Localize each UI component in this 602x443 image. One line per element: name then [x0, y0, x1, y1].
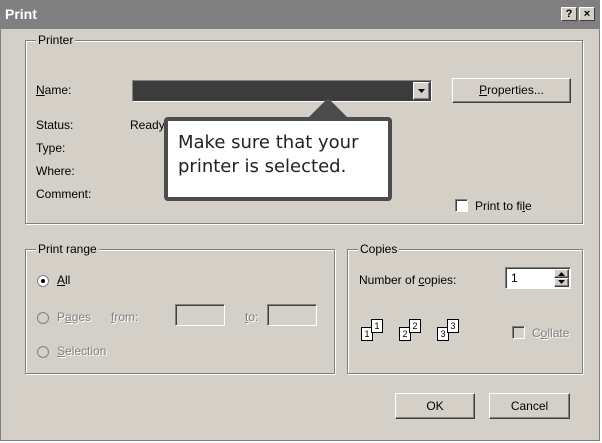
status-label: Status: — [36, 118, 74, 132]
to-rest: o: — [248, 310, 259, 324]
arrow-down-icon — [558, 280, 565, 284]
print-to-file-pre: Print to fi — [475, 199, 523, 213]
selection-radio[interactable] — [37, 346, 49, 358]
arrow-up-icon — [558, 272, 565, 276]
tooltip-body: Make sure that your printer is selected. — [168, 121, 388, 197]
printer-legend: Printer — [36, 33, 76, 47]
pages-pre: P — [57, 310, 66, 324]
collate-post: llate — [547, 326, 570, 340]
collate-checkbox[interactable] — [512, 326, 525, 339]
copies-label-post: opies: — [424, 273, 457, 287]
properties-rest: roperties... — [487, 83, 544, 97]
pages-label: Pages — [57, 310, 91, 324]
dialog-title: Print — [5, 6, 37, 22]
printer-name-select[interactable] — [132, 80, 432, 102]
close-button[interactable]: × — [579, 7, 595, 21]
copies-down-button[interactable] — [554, 278, 569, 287]
pages-key: a — [65, 310, 72, 324]
copies-value: 1 — [511, 271, 518, 285]
collate-label: Collate — [532, 326, 569, 340]
all-label: All — [57, 273, 70, 287]
name-label: Name: — [36, 83, 71, 97]
cancel-button[interactable]: Cancel — [489, 393, 570, 419]
print-dialog: Print ? × Printer Name: Properties... St… — [0, 0, 600, 441]
from-rest: rom: — [114, 310, 139, 324]
copies-legend: Copies — [358, 242, 400, 256]
title-bar[interactable]: Print ? × — [1, 1, 599, 29]
page-icon: 3 — [447, 319, 459, 333]
from-input[interactable] — [175, 304, 225, 326]
all-radio-dot — [41, 279, 45, 283]
properties-key: P — [479, 83, 488, 97]
ok-button[interactable]: OK — [395, 393, 475, 419]
to-input[interactable] — [267, 304, 317, 326]
tooltip-arrow — [308, 98, 348, 118]
help-button[interactable]: ? — [561, 7, 577, 21]
pages-post: ges — [71, 310, 92, 324]
type-label: Type: — [36, 141, 66, 155]
printer-dropdown-button[interactable] — [413, 82, 430, 100]
pages-radio[interactable] — [37, 312, 49, 324]
collate-pre: C — [532, 326, 541, 340]
selection-label: Selection — [57, 344, 106, 358]
copies-label-pre: Number of — [359, 273, 419, 287]
all-key: A — [57, 273, 66, 287]
all-rest: ll — [65, 273, 71, 287]
to-label: to: — [245, 310, 258, 324]
name-label-rest: ame: — [44, 83, 72, 97]
all-radio[interactable] — [37, 275, 49, 287]
selection-rest: election — [65, 344, 107, 358]
tooltip-text: Make sure that your printer is selected. — [178, 132, 359, 177]
from-label: from: — [111, 310, 138, 324]
collate-illustration: 1 1 2 2 3 3 — [361, 319, 481, 349]
print-to-file-post: e — [525, 199, 532, 213]
tooltip-callout: Make sure that your printer is selected. — [164, 117, 392, 201]
selection-key: S — [57, 344, 66, 358]
number-of-copies-label: Number of copies: — [359, 273, 456, 287]
print-to-file-label: Print to file — [475, 199, 532, 213]
comment-label: Comment: — [36, 187, 92, 201]
name-label-key: N — [36, 83, 45, 97]
properties-button[interactable]: Properties... — [452, 78, 571, 103]
status-value: Ready — [130, 118, 165, 132]
page-icon: 2 — [409, 319, 421, 333]
chevron-down-icon — [418, 89, 425, 93]
print-to-file-checkbox[interactable] — [455, 199, 468, 212]
where-label: Where: — [36, 164, 75, 178]
print-range-legend: Print range — [36, 242, 99, 256]
copies-stepper[interactable]: 1 — [505, 267, 571, 289]
page-icon: 1 — [371, 319, 383, 333]
copies-up-button[interactable] — [554, 269, 569, 278]
